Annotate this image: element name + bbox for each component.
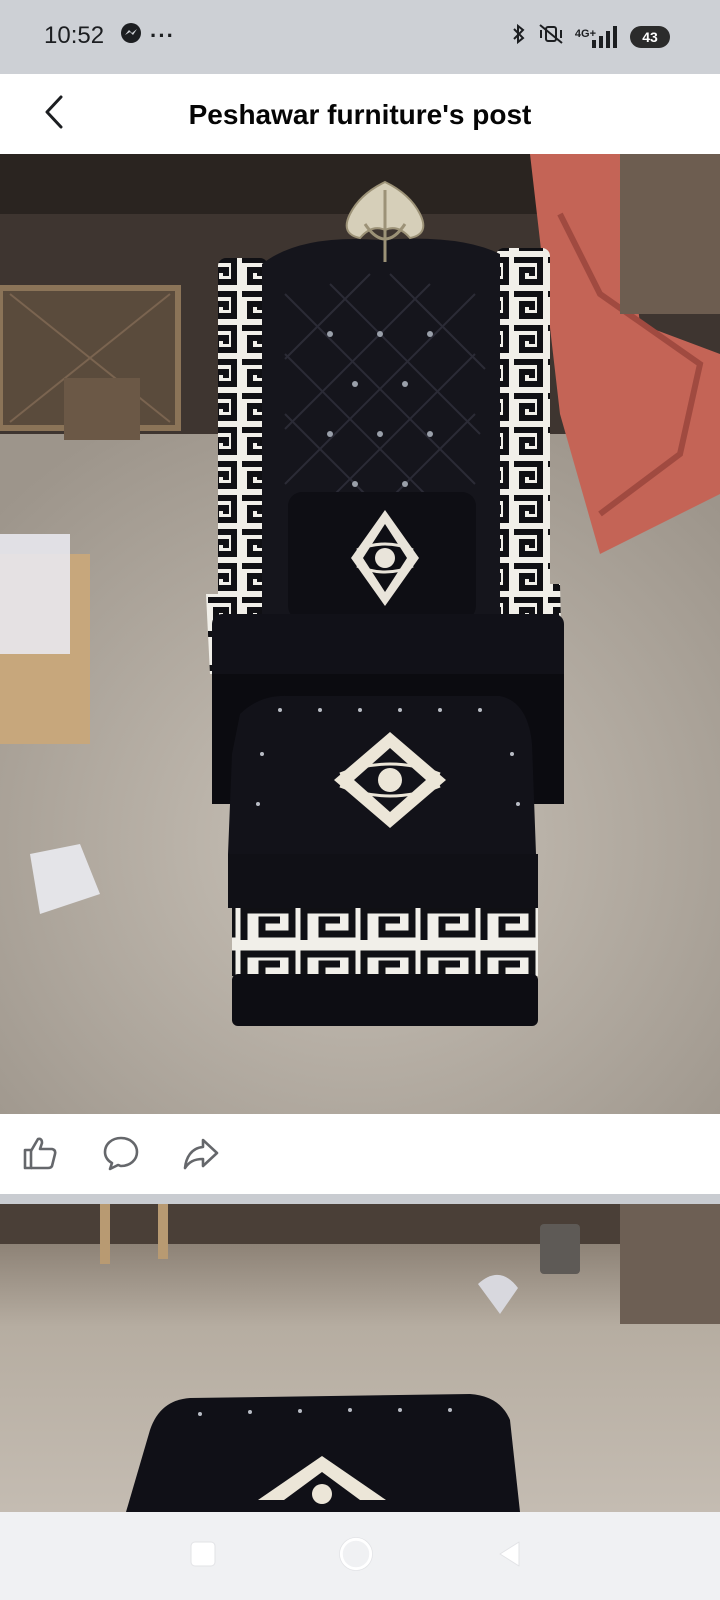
nav-back-button[interactable]: [488, 1534, 532, 1578]
status-left-icons: ···: [120, 22, 175, 49]
post-action-bar: [0, 1114, 720, 1194]
comment-icon: [102, 1134, 140, 1177]
post-photo[interactable]: [0, 154, 720, 1114]
page-title: Peshawar furniture's post: [188, 99, 532, 130]
share-button[interactable]: [180, 1134, 222, 1176]
post-photo-2[interactable]: [0, 1204, 720, 1512]
like-icon: [21, 1134, 59, 1177]
chair-photo-image: [0, 154, 720, 1114]
recents-icon: [188, 1539, 218, 1574]
mute-vibrate-icon: [537, 22, 565, 51]
post-header: Peshawar furniture's post: [0, 74, 720, 154]
status-bar: 10:52 ··· 4G+ 43: [0, 0, 720, 74]
system-nav-bar: [0, 1512, 720, 1600]
network-label: 4G+: [574, 27, 596, 40]
share-icon: [182, 1134, 220, 1177]
ottoman-photo-image: [0, 1204, 720, 1512]
recents-button[interactable]: [181, 1534, 225, 1578]
post-divider: [0, 1194, 720, 1204]
home-icon: [337, 1535, 375, 1578]
home-button[interactable]: [334, 1534, 378, 1578]
messenger-icon: [120, 22, 142, 49]
status-time: 10:52: [44, 22, 105, 49]
like-button[interactable]: [19, 1134, 61, 1176]
back-icon: [495, 1539, 525, 1574]
signal-icon: 4G+: [574, 25, 620, 48]
bluetooth-icon: [511, 22, 527, 51]
more-indicator: ···: [150, 22, 175, 48]
status-right-icons: 4G+ 43: [511, 22, 670, 51]
battery-icon: 43: [630, 25, 670, 48]
comment-button[interactable]: [100, 1134, 142, 1176]
